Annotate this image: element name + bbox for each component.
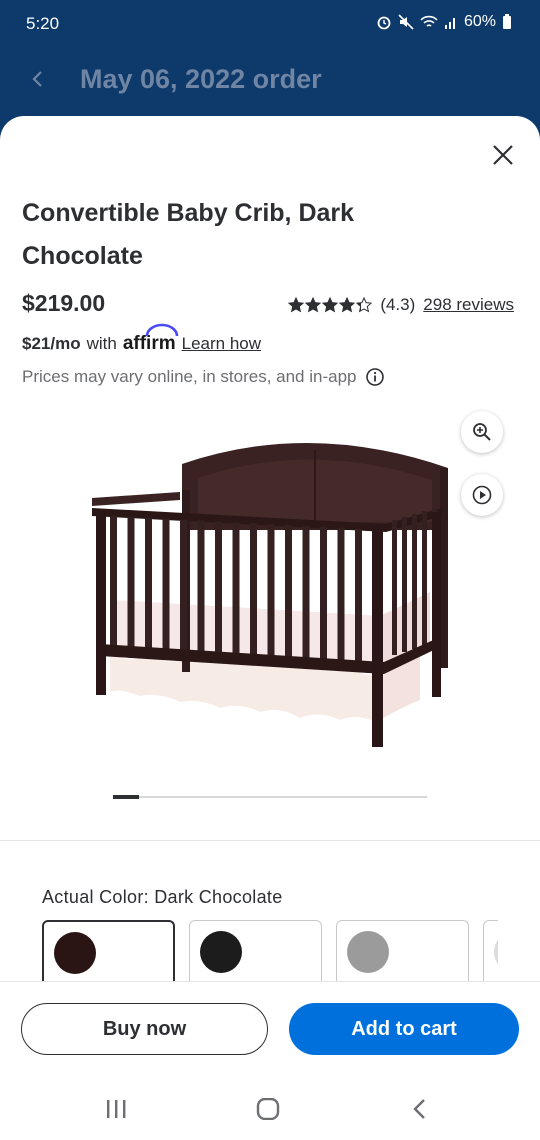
crib-side-slat (402, 517, 407, 652)
carousel-indicator (113, 795, 139, 799)
crib-slat (162, 518, 170, 657)
crib-side-slat (412, 514, 417, 649)
crib-slat (215, 521, 222, 660)
swatch-color-dot (200, 931, 242, 973)
rating: (4.3) 298 reviews (288, 295, 514, 315)
color-swatch[interactable] (189, 920, 322, 982)
nav-back-icon[interactable] (410, 1098, 430, 1120)
section-divider (0, 840, 540, 841)
crib-slat (337, 527, 345, 666)
crib-side-slat (392, 520, 397, 655)
crib-slat (180, 519, 187, 658)
affirm-logo: affirm (123, 323, 179, 355)
affirm-arc-icon (145, 323, 179, 337)
zoom-button[interactable] (461, 411, 503, 453)
crib-slat (267, 524, 275, 663)
crib-image (92, 442, 448, 747)
star-icon (305, 297, 322, 313)
info-icon[interactable] (365, 367, 385, 387)
crib-slat (110, 516, 117, 654)
crib-slat (250, 523, 257, 662)
star-icon (288, 297, 305, 313)
crib-slat (127, 516, 135, 655)
star-icon (322, 297, 339, 313)
rating-value: (4.3) (380, 295, 416, 314)
color-swatch[interactable] (42, 920, 175, 982)
product-price: $219.00 (22, 290, 106, 316)
buy-now-button[interactable]: Buy now (21, 1003, 268, 1055)
swatch-color-dot (494, 931, 498, 973)
signal-icon (444, 18, 455, 29)
mute-icon (398, 14, 414, 30)
close-button[interactable] (488, 140, 518, 170)
swatch-color-dot (347, 931, 389, 973)
crib-slat (302, 525, 310, 664)
play-icon (472, 485, 492, 505)
crib-slat (232, 522, 240, 661)
star-icon (339, 297, 356, 313)
monthly-price: $21/mo (22, 334, 81, 353)
status-bar: 5:20 60% (0, 0, 540, 50)
crib-slat (355, 528, 362, 667)
wifi-icon (420, 15, 438, 27)
crib-slat (320, 526, 327, 665)
reviews-link[interactable]: 298 reviews (423, 295, 514, 315)
nav-home-icon[interactable] (256, 1098, 280, 1120)
close-icon (493, 145, 513, 165)
carousel-track (113, 796, 427, 798)
product-title: Convertible Baby Crib, Dark Chocolate (22, 199, 355, 270)
color-swatches (42, 920, 498, 982)
battery-icon (503, 14, 511, 29)
add-to-cart-button[interactable]: Add to cart (289, 1003, 519, 1055)
monthly-with: with (86, 334, 117, 353)
order-title: May 06, 2022 order (80, 64, 322, 94)
video-button[interactable] (461, 474, 503, 516)
crib-slat (145, 517, 152, 656)
status-icons: 60% (376, 13, 512, 31)
app-bar: May 06, 2022 order (0, 50, 540, 116)
status-time: 5:20 (26, 14, 60, 33)
battery-text: 60% (463, 13, 496, 30)
color-label: Actual Color: Dark Chocolate (42, 887, 283, 907)
star-rating (288, 297, 373, 313)
swatch-color-dot (54, 932, 96, 974)
product-image[interactable] (70, 420, 470, 760)
price-disclaimer: Prices may vary online, in stores, and i… (22, 367, 385, 387)
zoom-in-icon (473, 423, 491, 441)
crib-slat (285, 525, 292, 663)
nav-recents-icon[interactable] (104, 1098, 128, 1120)
back-button[interactable] (24, 64, 54, 94)
disclaimer-text: Prices may vary online, in stores, and i… (22, 367, 357, 386)
color-swatch[interactable] (483, 920, 498, 982)
color-swatch[interactable] (336, 920, 469, 982)
learn-how-link[interactable]: Learn how (182, 334, 261, 354)
affirm-financing: $21/mo with affirm Learn how (22, 323, 261, 355)
star-icon (356, 297, 373, 313)
crib-slat (197, 520, 205, 659)
back-icon (32, 71, 42, 87)
alarm-icon (377, 16, 391, 30)
crib-side-slat (422, 511, 427, 646)
